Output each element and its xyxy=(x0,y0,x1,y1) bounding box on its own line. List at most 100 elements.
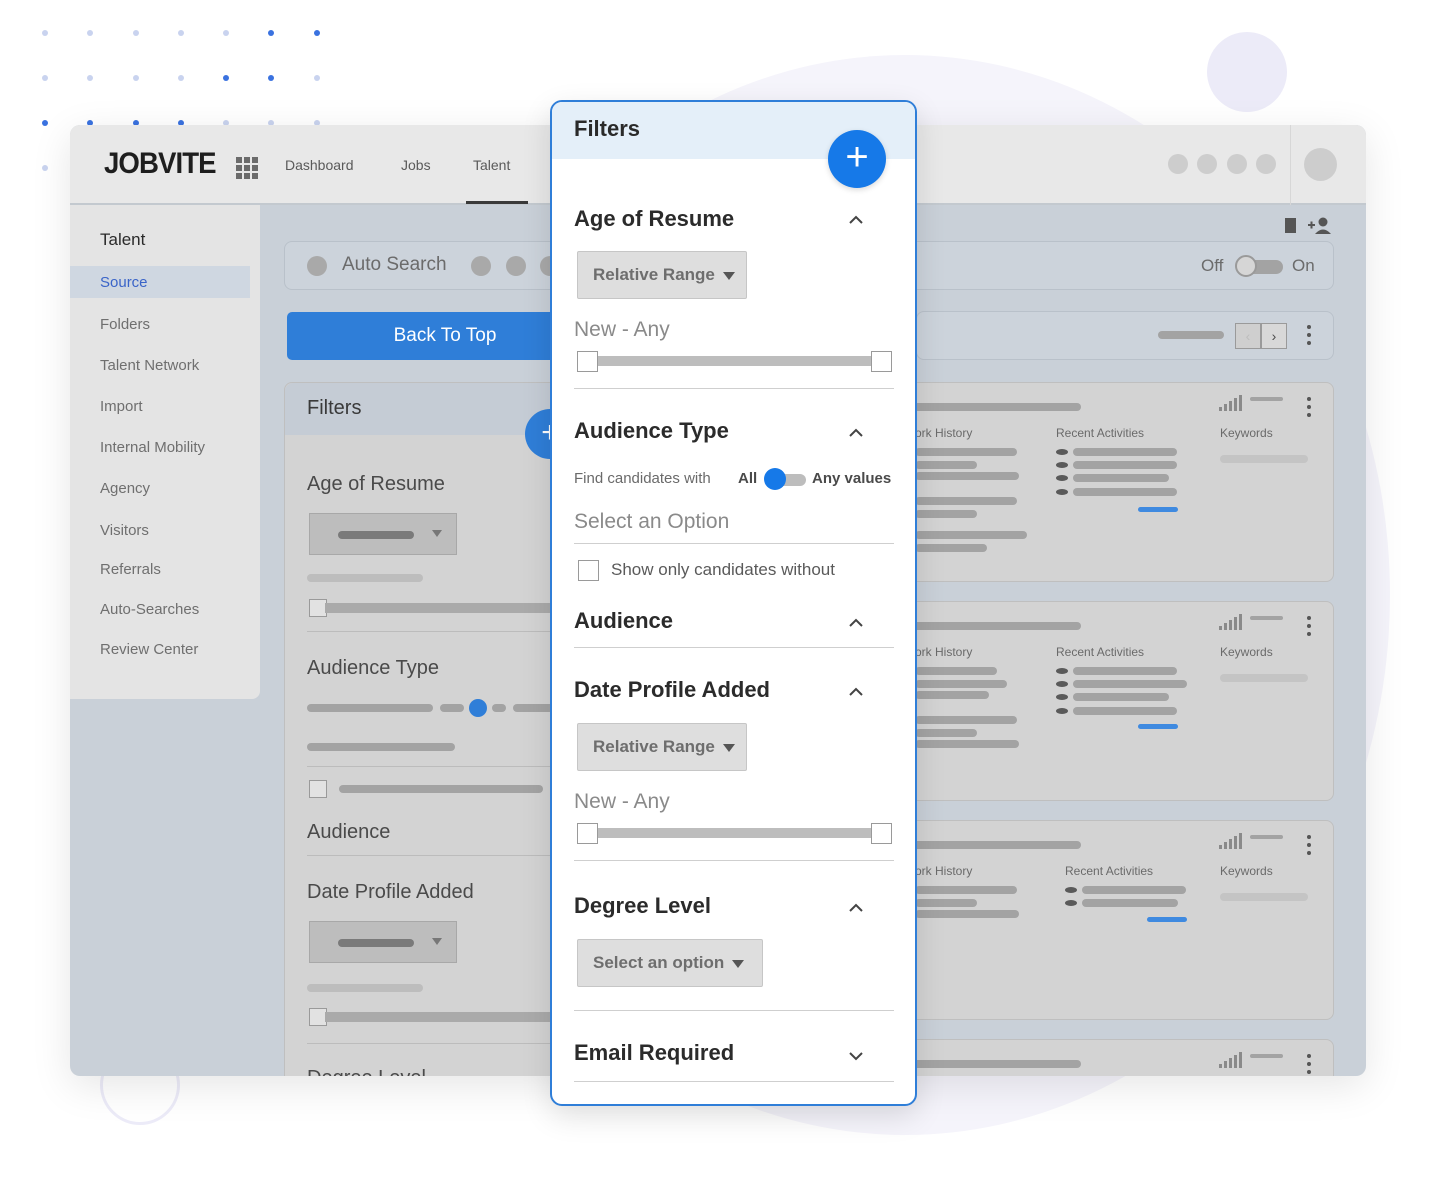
filters-bg-placeholder xyxy=(307,743,455,751)
auto-search-toggle-knob[interactable] xyxy=(1235,255,1257,277)
candidate-card[interactable]: ork History Recent Activities Keywords xyxy=(910,601,1334,801)
keywords-label: Keywords xyxy=(1220,645,1273,659)
search-chip[interactable] xyxy=(471,256,491,276)
apps-grid-icon[interactable] xyxy=(236,157,258,179)
filters-bg-toggle-knob xyxy=(469,699,487,717)
filters-bg-placeholder xyxy=(440,704,464,712)
filters-bg-degree-level: Degree Level xyxy=(307,1067,426,1076)
more-options-icon[interactable] xyxy=(1307,325,1311,349)
header-action-icon[interactable] xyxy=(1168,154,1188,174)
add-user-icon xyxy=(1308,217,1331,234)
card-more-icon[interactable] xyxy=(1307,1054,1311,1076)
sidebar-item-internal-mobility[interactable]: Internal Mobility xyxy=(100,439,205,456)
date-profile-slider[interactable] xyxy=(585,828,879,838)
recent-activities-label: Recent Activities xyxy=(1065,864,1154,878)
audience-type-title[interactable]: Audience Type xyxy=(574,418,729,444)
header-action-icon[interactable] xyxy=(1227,154,1247,174)
next-page-button[interactable]: › xyxy=(1261,323,1287,349)
sidebar-item-review-center[interactable]: Review Center xyxy=(100,641,198,658)
date-profile-added-select[interactable]: Relative Range xyxy=(577,723,747,771)
background-dot xyxy=(87,30,93,36)
filters-bg-age-of-resume: Age of Resume xyxy=(307,473,445,495)
toggle-on-label: On xyxy=(1292,256,1315,275)
chevron-up-icon[interactable] xyxy=(848,212,864,228)
sidebar-item-folders[interactable]: Folders xyxy=(100,316,150,333)
header-action-icon[interactable] xyxy=(1256,154,1276,174)
filters-bg-placeholder xyxy=(339,785,543,793)
show-only-without-checkbox[interactable] xyxy=(578,560,599,581)
all-values-label: All xyxy=(738,470,758,487)
nav-talent[interactable]: Talent xyxy=(473,157,510,173)
audience-title[interactable]: Audience xyxy=(574,608,673,634)
sidebar: Talent Source Folders Talent Network Imp… xyxy=(70,205,260,699)
filters-bg-checkbox xyxy=(309,780,327,798)
date-slider-max-handle[interactable] xyxy=(871,823,892,844)
age-of-resume-title[interactable]: Age of Resume xyxy=(574,206,734,232)
background-circle xyxy=(1207,32,1287,112)
filters-bg-select xyxy=(309,921,457,963)
sidebar-title: Talent xyxy=(100,230,146,249)
filters-bg-date-profile-added: Date Profile Added xyxy=(307,881,474,903)
filters-bg-title: Filters xyxy=(307,397,362,419)
sidebar-item-agency[interactable]: Agency xyxy=(100,480,150,497)
sidebar-item-referrals[interactable]: Referrals xyxy=(100,561,161,578)
background-dot xyxy=(178,30,184,36)
age-of-resume-range-label: New - Any xyxy=(574,318,670,341)
user-avatar[interactable] xyxy=(1304,148,1337,181)
signal-strength-icon xyxy=(1219,833,1243,849)
bookmark-icon xyxy=(1285,218,1296,233)
background-dot xyxy=(133,30,139,36)
email-required-title[interactable]: Email Required xyxy=(574,1040,734,1066)
chevron-up-icon[interactable] xyxy=(848,425,864,441)
section-divider xyxy=(574,1081,894,1082)
sidebar-item-source[interactable]: Source xyxy=(100,274,148,291)
search-chip[interactable] xyxy=(506,256,526,276)
degree-level-select[interactable]: Select an option xyxy=(577,939,763,987)
filters-panel-title: Filters xyxy=(574,116,641,141)
background-dot xyxy=(314,30,320,36)
results-pager: ‹ › xyxy=(916,311,1334,360)
work-history-label: ork History xyxy=(915,426,973,440)
filters-bg-placeholder xyxy=(307,704,433,712)
candidate-card[interactable]: ork History Recent Activities Keywords xyxy=(910,820,1334,1020)
recent-activities-label: Recent Activities xyxy=(1056,426,1145,440)
sidebar-item-visitors[interactable]: Visitors xyxy=(100,522,149,539)
add-filter-button[interactable]: + xyxy=(828,130,886,188)
sidebar-item-import[interactable]: Import xyxy=(100,398,143,415)
chevron-down-icon[interactable] xyxy=(848,1048,864,1064)
all-any-toggle-knob[interactable] xyxy=(764,468,786,490)
age-slider-min-handle[interactable] xyxy=(577,351,598,372)
chevron-up-icon[interactable] xyxy=(848,615,864,631)
toggle-off-label: Off xyxy=(1201,256,1224,275)
degree-level-title[interactable]: Degree Level xyxy=(574,893,711,919)
background-dot xyxy=(268,30,274,36)
keywords-label: Keywords xyxy=(1220,864,1273,878)
date-slider-min-handle[interactable] xyxy=(577,823,598,844)
sidebar-item-auto-searches[interactable]: Auto-Searches xyxy=(100,601,199,618)
background-dot xyxy=(42,120,48,126)
age-of-resume-slider[interactable] xyxy=(585,356,879,366)
card-more-icon[interactable] xyxy=(1307,397,1311,421)
age-of-resume-select[interactable]: Relative Range xyxy=(577,251,747,299)
app-logo: JOBVITE xyxy=(104,147,217,180)
chevron-up-icon[interactable] xyxy=(848,684,864,700)
auto-search-label: Auto Search xyxy=(342,254,447,275)
prev-page-button[interactable]: ‹ xyxy=(1235,323,1261,349)
background-dot xyxy=(178,75,184,81)
card-more-icon[interactable] xyxy=(1307,835,1311,859)
card-more-icon[interactable] xyxy=(1307,616,1311,640)
date-profile-added-title[interactable]: Date Profile Added xyxy=(574,677,770,703)
candidate-card[interactable] xyxy=(910,1039,1334,1076)
show-only-without-label: Show only candidates without xyxy=(611,560,835,579)
audience-type-select[interactable]: Select an Option xyxy=(574,510,729,534)
nav-dashboard[interactable]: Dashboard xyxy=(285,157,354,173)
nav-jobs[interactable]: Jobs xyxy=(401,157,431,173)
age-slider-max-handle[interactable] xyxy=(871,351,892,372)
page-action-icons xyxy=(1285,217,1335,242)
candidate-card[interactable]: ork History Recent Activities Keywords xyxy=(910,382,1334,582)
filters-bg-placeholder xyxy=(307,984,423,992)
header-action-icon[interactable] xyxy=(1197,154,1217,174)
chevron-up-icon[interactable] xyxy=(848,900,864,916)
keywords-label: Keywords xyxy=(1220,426,1273,440)
sidebar-item-talent-network[interactable]: Talent Network xyxy=(100,357,199,374)
